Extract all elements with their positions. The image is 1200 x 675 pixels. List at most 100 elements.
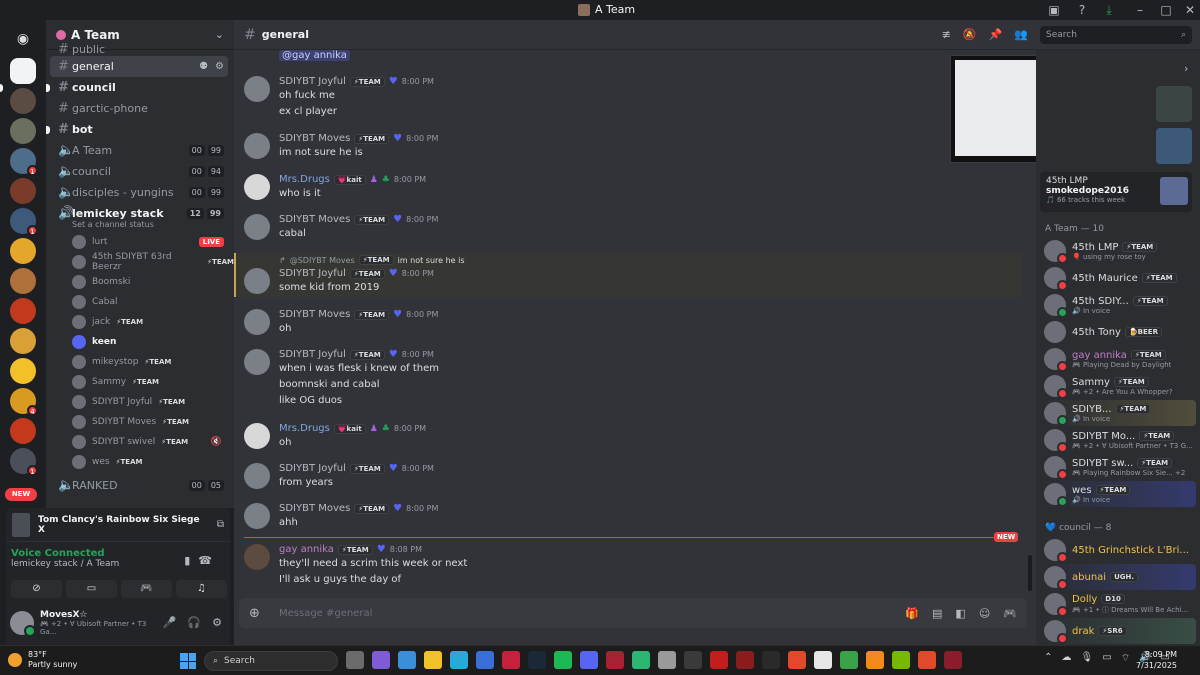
avatar[interactable]: [244, 423, 270, 449]
voice-user[interactable]: SDIYBT swivel ⚡TEAM 🔇: [46, 432, 234, 452]
start-button[interactable]: [180, 653, 196, 669]
search-input[interactable]: Search ⌕: [1040, 26, 1192, 44]
app-icon[interactable]: [606, 651, 624, 669]
settings-gear-icon[interactable]: ⚙: [215, 61, 224, 72]
chevron-right-icon[interactable]: ›: [1184, 62, 1188, 75]
task-view-icon[interactable]: [346, 651, 364, 669]
threads-icon[interactable]: ≢: [942, 28, 951, 41]
cloud-icon[interactable]: ☁: [1062, 652, 1072, 665]
avatar[interactable]: [244, 174, 270, 200]
avatar[interactable]: [244, 463, 270, 489]
signal-disconnect-icons[interactable]: ▮☎: [184, 554, 220, 567]
server-icon-6[interactable]: 1: [10, 208, 38, 236]
chrome-icon[interactable]: [918, 651, 936, 669]
chevron-up-icon[interactable]: ⌃: [1044, 652, 1052, 665]
app-icon[interactable]: [684, 651, 702, 669]
voice-user[interactable]: SDIYBT Joyful ⚡TEAM: [46, 392, 234, 412]
close-button[interactable]: ✕: [1182, 2, 1198, 18]
message-input[interactable]: Message #general: [279, 608, 372, 619]
game-activity[interactable]: Tom Clancy's Rainbow Six Siege X ⧉: [6, 508, 230, 542]
notifications-icon[interactable]: 🔕: [963, 28, 977, 41]
avatar[interactable]: [244, 349, 270, 375]
voice-channel-a-team[interactable]: 🔈 A Team 00 99: [50, 140, 228, 161]
member-item[interactable]: 45th SDIY... ⚡TEAM 🔊 In voice: [1044, 292, 1196, 318]
server-icon-4[interactable]: 1: [10, 148, 38, 176]
member-item[interactable]: SDIYB... ⚡TEAM 🔊 In voice: [1044, 400, 1196, 426]
avatar[interactable]: [244, 214, 270, 240]
listening-card[interactable]: 45th LMP smokedope2016 🎵 66 tracks this …: [1040, 172, 1192, 212]
chevron-down-icon[interactable]: ⌄: [215, 28, 224, 41]
app-icon[interactable]: [814, 651, 832, 669]
reply-preview[interactable]: ↱ @SDIYBT Moves ⚡TEAM im not sure he is: [279, 255, 465, 265]
username[interactable]: MovesX☆: [40, 610, 157, 620]
member-item[interactable]: abunai UGH.: [1044, 564, 1196, 590]
taskbar-search[interactable]: ⌕ Search: [204, 651, 338, 671]
voice-user[interactable]: lurt LIVE: [46, 232, 234, 252]
member-item[interactable]: drak ⚡SR6: [1044, 618, 1196, 644]
add-attachment-icon[interactable]: ⊕: [249, 606, 269, 621]
voice-user[interactable]: Boomski: [46, 272, 234, 292]
spotify-icon[interactable]: [554, 651, 572, 669]
server-icon-10[interactable]: [10, 328, 36, 354]
channel-garctic-phone[interactable]: # garctic-phone: [50, 98, 228, 119]
server-icon-7[interactable]: [10, 238, 36, 264]
clock[interactable]: 8:09 PM 7/31/2025: [1136, 649, 1177, 671]
weather-widget[interactable]: 83°F Partly sunny: [8, 650, 77, 670]
app-icon[interactable]: [736, 651, 754, 669]
voice-user[interactable]: wes ⚡TEAM: [46, 452, 234, 472]
gift-icon[interactable]: 🎁: [905, 607, 919, 620]
voice-channel-ranked[interactable]: 🔈 RANKED 00 05: [50, 475, 228, 496]
voice-user[interactable]: jack ⚡TEAM: [46, 312, 234, 332]
copilot-icon[interactable]: [372, 651, 390, 669]
avatar[interactable]: [244, 268, 270, 294]
server-icon-2[interactable]: [10, 88, 36, 114]
member-item[interactable]: Sammy ⚡TEAM 🎮 +2 • Are You A Whopper?: [1044, 373, 1196, 399]
avatar[interactable]: [244, 76, 270, 102]
member-item[interactable]: 45th LMP ⚡TEAM 🎈 using my rose toy: [1044, 238, 1196, 264]
discord-icon[interactable]: [580, 651, 598, 669]
apps-icon[interactable]: 🎮: [1003, 607, 1017, 620]
channel-bot[interactable]: # bot: [46, 119, 228, 140]
channel-council[interactable]: # council: [46, 77, 228, 98]
avatar[interactable]: [244, 133, 270, 159]
photos-icon[interactable]: [398, 651, 416, 669]
member-item[interactable]: 45th Maurice ⚡TEAM: [1044, 265, 1196, 291]
share-screen-button[interactable]: ▭: [66, 580, 117, 598]
emoji-icon[interactable]: ☺: [979, 607, 990, 620]
app-icon[interactable]: [632, 651, 650, 669]
add-member-icon[interactable]: ⚉: [199, 61, 208, 72]
member-item[interactable]: Dolly D10 🎮 +1 • ⓘ Dreams Will Be Achi...: [1044, 591, 1196, 617]
microphone-icon[interactable]: 🎤: [163, 616, 177, 629]
member-item[interactable]: SDIYBT sw... ⚡TEAM 🎮 Playing Rainbow Six S…: [1044, 454, 1196, 480]
maximize-button[interactable]: □: [1158, 2, 1174, 18]
app-icon[interactable]: [866, 651, 884, 669]
camera-off-button[interactable]: ⊘: [11, 580, 62, 598]
stream-game-icon[interactable]: ⧉: [217, 519, 224, 530]
server-icon-1[interactable]: [10, 58, 36, 84]
message-composer[interactable]: ⊕ Message #general 🎁 ▤ ◧ ☺ 🎮: [239, 598, 1027, 628]
avatar[interactable]: [244, 309, 270, 335]
server-icon-14[interactable]: 1: [10, 448, 38, 476]
help-icon[interactable]: ?: [1074, 2, 1090, 18]
gif-icon[interactable]: ▤: [932, 607, 942, 620]
voice-user[interactable]: Sammy ⚡TEAM: [46, 372, 234, 392]
sticker-icon[interactable]: ◧: [955, 607, 965, 620]
voice-channel-lemickey-stack[interactable]: 🔊 lemickey stack 12 99: [50, 203, 228, 224]
download-icon[interactable]: ⤓: [1101, 2, 1117, 18]
avatar[interactable]: [244, 503, 270, 529]
discord-home-icon[interactable]: ◉: [10, 26, 36, 52]
activity-tile[interactable]: [1156, 128, 1192, 164]
server-icon-11[interactable]: [10, 358, 36, 384]
voice-channel-disciples[interactable]: 🔈 disciples - yungins 00 99: [50, 182, 228, 203]
voice-user[interactable]: keen: [46, 332, 234, 352]
display-icon[interactable]: ▭: [1102, 652, 1111, 665]
member-item[interactable]: 45th Tony 🍺BEER: [1044, 319, 1196, 345]
headphones-icon[interactable]: 🎧: [187, 616, 201, 629]
activities-button[interactable]: 🎮: [121, 580, 172, 598]
member-item[interactable]: wes ⚡TEAM 🔊 In voice: [1044, 481, 1196, 507]
steam-icon[interactable]: [528, 651, 546, 669]
app-icon[interactable]: [762, 651, 780, 669]
chrome-icon[interactable]: [788, 651, 806, 669]
app-icon[interactable]: [944, 651, 962, 669]
pin-icon[interactable]: 📌: [989, 28, 1003, 41]
